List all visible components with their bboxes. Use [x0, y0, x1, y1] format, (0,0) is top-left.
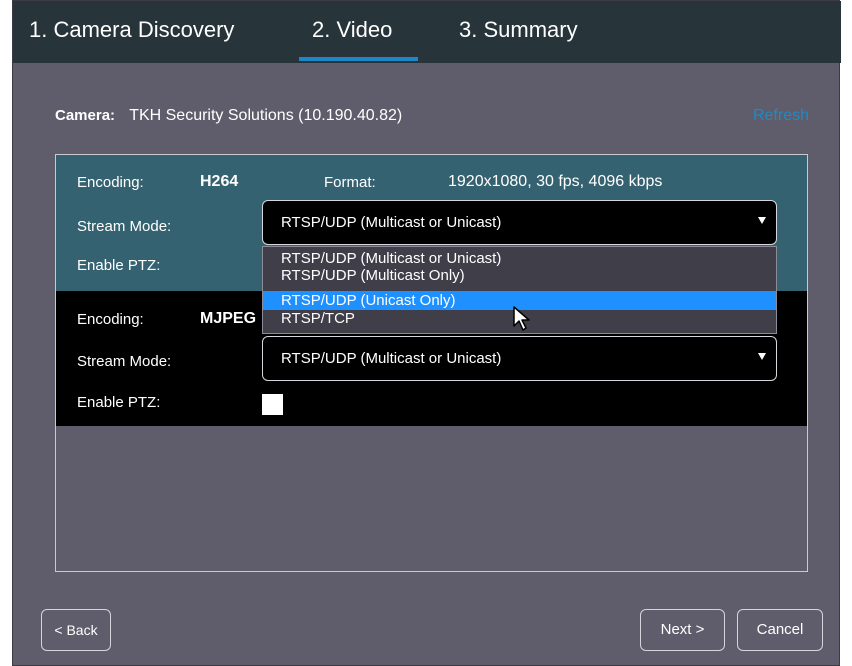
stream-mode-label: Stream Mode:	[77, 218, 172, 235]
camera-value: TKH Security Solutions (10.190.40.82)	[129, 107, 403, 124]
encoding-value: H264	[200, 173, 239, 190]
back-button[interactable]: < Back	[41, 609, 111, 651]
camera-info: Camera: TKH Security Solutions (10.190.4…	[55, 107, 402, 125]
chevron-down-icon	[758, 353, 766, 360]
mouse-pointer-icon	[513, 306, 530, 331]
active-tab-indicator	[299, 57, 418, 61]
enable-ptz-label: Enable PTZ:	[77, 394, 161, 411]
dropdown-option[interactable]: RTSP/UDP (Multicast Only)	[263, 266, 776, 285]
stream-mode-selected: RTSP/UDP (Multicast or Unicast)	[281, 214, 502, 231]
tab-summary[interactable]: 3. Summary	[459, 17, 578, 43]
encoding-value: MJPEG	[200, 310, 257, 327]
stream-mode-select[interactable]: RTSP/UDP (Multicast or Unicast)	[262, 336, 777, 381]
tab-camera-discovery[interactable]: 1. Camera Discovery	[29, 17, 234, 43]
format-value: 1920x1080, 30 fps, 4096 kbps	[448, 173, 663, 190]
refresh-link[interactable]: Refresh	[753, 107, 809, 125]
stream-mode-select[interactable]: RTSP/UDP (Multicast or Unicast)	[262, 200, 777, 245]
next-button[interactable]: Next >	[640, 609, 725, 651]
encoding-label: Encoding:	[77, 311, 144, 328]
encoding-label: Encoding:	[77, 174, 144, 191]
cancel-button[interactable]: Cancel	[737, 609, 823, 651]
tab-video[interactable]: 2. Video	[312, 17, 392, 43]
wizard-tab-bar: 1. Camera Discovery 2. Video 3. Summary	[13, 1, 841, 63]
chevron-down-icon	[758, 217, 766, 224]
stream-mode-selected: RTSP/UDP (Multicast or Unicast)	[281, 350, 502, 367]
enable-ptz-label: Enable PTZ:	[77, 257, 161, 274]
streams-panel: Encoding: H264 Format: 1920x1080, 30 fps…	[55, 154, 808, 572]
enable-ptz-checkbox[interactable]	[262, 394, 283, 415]
wizard-window: 1. Camera Discovery 2. Video 3. Summary …	[12, 0, 841, 666]
camera-label: Camera:	[55, 107, 116, 124]
format-label: Format:	[324, 174, 376, 191]
stream-mode-label: Stream Mode:	[77, 353, 172, 370]
